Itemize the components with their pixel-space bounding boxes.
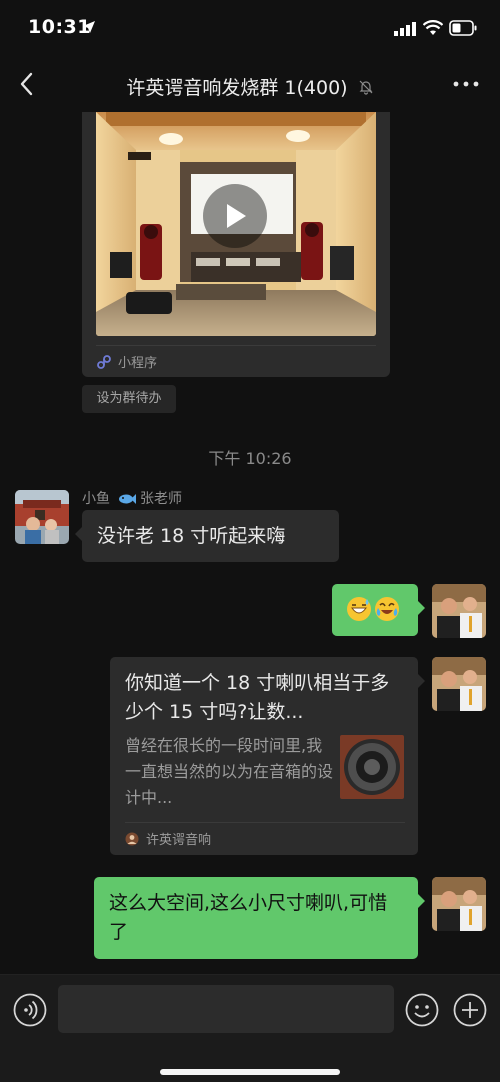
crying-laughing-emoji [375,597,399,621]
sender-role: 张老师 [140,491,182,507]
article-thumbnail [340,735,404,799]
sender-name-row: 小鱼 张老师 [82,488,182,508]
article-link-card[interactable]: 你知道一个 18 寸喇叭相当于多少个 15 寸吗?让数... 曾经在很长的一段时… [110,657,425,855]
chat-title: 许英谔音响发烧群 1(400) [0,73,500,100]
incoming-message-bubble[interactable]: 没许老 18 寸听起来嗨 [75,510,339,562]
article-source: 许英谔音响 [146,833,212,848]
sender-name: 小鱼 [82,491,110,507]
plus-icon[interactable] [453,993,487,1027]
status-bar: 10:31 [0,0,500,56]
chat-title-text: 许英谔音响发烧群 1(400) [126,77,348,99]
incoming-message-text: 没许老 18 寸听起来嗨 [97,525,286,547]
sender-avatar[interactable] [15,490,69,544]
voice-icon[interactable] [13,993,47,1027]
speaker-driver-icon [340,735,404,799]
mini-program-thumbnail[interactable] [96,112,376,336]
signal-icon [394,22,416,36]
wifi-icon [423,20,443,35]
set-group-todo-button[interactable]: 设为群待办 [82,385,176,413]
time-separator: 下午 10:26 [208,449,292,468]
article-title: 你知道一个 18 寸喇叭相当于多少个 15 寸吗?让数... [125,672,390,723]
message-input[interactable] [58,985,394,1033]
input-bar [0,974,500,1082]
mini-program-footer: 小程序 [96,345,376,377]
location-arrow-icon [83,21,95,33]
more-icon[interactable] [452,76,480,92]
bell-slash-icon [359,80,373,95]
link-icon [97,355,111,369]
chat-message-list[interactable]: 小程序 设为群待办 下午 10:26 小鱼 张老师 没许老 18 寸听起来嗨 你… [0,112,500,974]
smiley-icon[interactable] [405,993,439,1027]
battery-icon [449,20,477,36]
my-avatar[interactable] [432,584,486,638]
fish-icon [119,494,136,504]
my-avatar[interactable] [432,657,486,711]
home-theater-image [96,112,376,336]
outgoing-message-bubble[interactable]: 这么大空间,这么小尺寸喇叭,可惜了 [94,877,425,959]
home-indicator[interactable] [160,1069,340,1075]
nav-bar: 许英谔音响发烧群 1(400) [0,56,500,112]
my-avatar[interactable] [432,877,486,931]
grinning-sweat-emoji [347,597,371,621]
mini-program-label: 小程序 [118,356,158,371]
source-account-icon [125,832,139,846]
outgoing-emoji-bubble[interactable] [332,584,425,636]
article-description: 曾经在很长的一段时间里,我一直想当然的以为在音箱的设计中... [125,736,334,807]
article-source-row: 许英谔音响 [125,822,405,854]
outgoing-message-text: 这么大空间,这么小尺寸喇叭,可惜了 [109,892,388,943]
mini-program-card[interactable]: 小程序 [82,112,390,377]
